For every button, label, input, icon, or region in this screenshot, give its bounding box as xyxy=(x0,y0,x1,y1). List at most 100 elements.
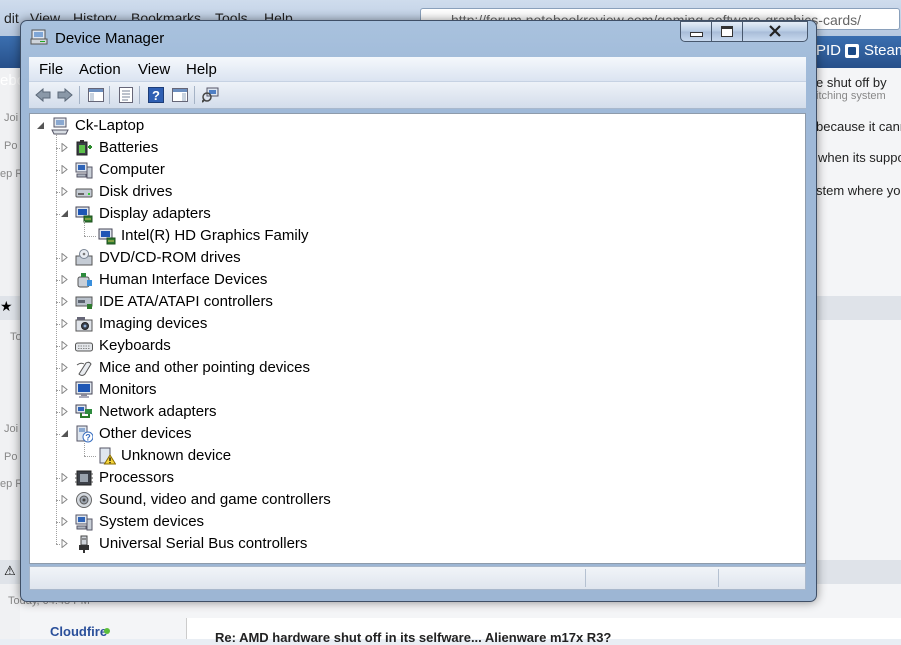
forward-button[interactable] xyxy=(56,86,74,104)
expand-arrow-icon[interactable] xyxy=(60,253,69,262)
maximize-icon xyxy=(721,26,733,37)
menu-help[interactable]: Help xyxy=(186,61,217,78)
tree-item-label: Sound, video and game controllers xyxy=(99,491,331,508)
dvd-drive-icon xyxy=(75,249,93,267)
tree-item-label: Processors xyxy=(99,469,175,486)
tree-item-label: Unknown device xyxy=(121,447,232,464)
forum-left-column xyxy=(0,68,20,639)
browser-menu-edit[interactable]: dit xyxy=(4,10,19,26)
maximize-button[interactable] xyxy=(711,21,743,42)
close-button[interactable] xyxy=(742,21,808,42)
tree-item-label: Imaging devices xyxy=(99,315,208,332)
expand-arrow-icon[interactable] xyxy=(60,319,69,328)
monitor-icon xyxy=(75,381,93,399)
online-status-icon xyxy=(104,628,110,634)
help-icon: ? xyxy=(148,87,164,103)
tree-connector xyxy=(84,221,85,236)
tree-item-human-interface-devices[interactable]: Human Interface Devices xyxy=(30,269,805,291)
forum-text-fragment: Joi xyxy=(4,112,19,124)
expand-arrow-icon[interactable] xyxy=(60,539,69,548)
svg-text:?: ? xyxy=(85,433,91,443)
tree-item-monitors[interactable]: Monitors xyxy=(30,379,805,401)
tree-item-ide-ata-atapi-controllers[interactable]: IDE ATA/ATAPI controllers xyxy=(30,291,805,313)
scan-hardware-button[interactable] xyxy=(202,86,220,104)
tree-item-keyboards[interactable]: Keyboards xyxy=(30,335,805,357)
toolbar-separator xyxy=(79,86,80,104)
tree-item-mice-and-other-pointing-devices[interactable]: Mice and other pointing devices xyxy=(30,357,805,379)
computer-icon xyxy=(75,161,93,179)
tree-item-display-adapters[interactable]: Display adapters xyxy=(30,203,805,225)
tree-item-system-devices[interactable]: System devices xyxy=(30,511,805,533)
expand-arrow-icon[interactable] xyxy=(60,407,69,416)
minimize-button[interactable] xyxy=(680,21,712,42)
expand-arrow-icon[interactable] xyxy=(60,143,69,152)
unknown-device-warning-icon xyxy=(98,447,117,465)
expand-arrow-icon[interactable] xyxy=(60,187,69,196)
status-bar xyxy=(29,566,806,590)
device-tree[interactable]: Ck-Laptop Batteries Computer Disk drives Dis… xyxy=(29,113,806,564)
collapse-arrow-icon[interactable] xyxy=(60,209,69,218)
tree-item-label: Universal Serial Bus controllers xyxy=(99,535,308,552)
tree-item-imaging-devices[interactable]: Imaging devices xyxy=(30,313,805,335)
device-manager-window: Device Manager File Action View Help ? C… xyxy=(20,20,817,602)
tree-item-computer[interactable]: Computer xyxy=(30,159,805,181)
expand-arrow-icon[interactable] xyxy=(60,473,69,482)
post-title[interactable]: Re: AMD hardware shut off in its selfwar… xyxy=(215,630,611,645)
status-pane xyxy=(718,569,719,587)
tree-item-label: Batteries xyxy=(99,139,159,156)
menu-file[interactable]: File xyxy=(39,61,63,78)
tree-item-other-devices[interactable]: ? Other devices xyxy=(30,423,805,445)
keyboard-icon xyxy=(75,337,93,355)
root-computer-icon xyxy=(51,117,69,135)
forum-text-fragment: e shut off by xyxy=(816,75,887,90)
tree-item-disk-drives[interactable]: Disk drives xyxy=(30,181,805,203)
tree-connector xyxy=(84,236,96,237)
action-pane-button[interactable] xyxy=(171,86,189,104)
toolbar-separator xyxy=(194,86,195,104)
bookmark-pid[interactable]: PID xyxy=(816,42,841,59)
expand-arrow-icon[interactable] xyxy=(60,495,69,504)
system-devices-icon xyxy=(75,513,93,531)
tree-item-universal-serial-bus-controllers[interactable]: Universal Serial Bus controllers xyxy=(30,533,805,555)
tree-connector xyxy=(56,544,60,545)
window-title: Device Manager xyxy=(55,30,165,47)
tree-item-batteries[interactable]: Batteries xyxy=(30,137,805,159)
expand-arrow-icon[interactable] xyxy=(60,517,69,526)
toolbar-separator xyxy=(109,86,110,104)
properties-button[interactable] xyxy=(117,86,135,104)
expand-arrow-icon[interactable] xyxy=(60,363,69,372)
tree-item-dvd-cd-rom-drives[interactable]: DVD/CD-ROM drives xyxy=(30,247,805,269)
tree-item-network-adapters[interactable]: Network adapters xyxy=(30,401,805,423)
tree-device-unknown-device[interactable]: Unknown device xyxy=(30,445,805,467)
svg-text:?: ? xyxy=(152,88,160,103)
hid-icon xyxy=(75,271,93,289)
action-pane-icon xyxy=(172,88,188,102)
expand-arrow-icon[interactable] xyxy=(60,385,69,394)
back-button[interactable] xyxy=(34,86,52,104)
show-hide-tree-button[interactable] xyxy=(87,86,105,104)
bookmark-steam[interactable]: Steam xyxy=(864,42,901,59)
battery-icon xyxy=(75,139,93,157)
tree-root-ck-laptop[interactable]: Ck-Laptop xyxy=(30,115,805,137)
expand-arrow-icon[interactable] xyxy=(60,275,69,284)
show-hide-tree-icon xyxy=(88,88,104,102)
collapse-arrow-icon[interactable] xyxy=(60,429,69,438)
tree-item-label: Display adapters xyxy=(99,205,211,222)
tree-item-label: Human Interface Devices xyxy=(99,271,268,288)
post-username[interactable]: Cloudfire xyxy=(50,624,107,639)
device-manager-icon xyxy=(30,29,48,45)
usb-icon xyxy=(75,535,93,553)
tree-item-sound-video-and-game-controllers[interactable]: Sound, video and game controllers xyxy=(30,489,805,511)
expand-arrow-icon[interactable] xyxy=(60,341,69,350)
tree-item-processors[interactable]: Processors xyxy=(30,467,805,489)
warning-icon: ⚠ xyxy=(4,563,16,578)
help-button[interactable]: ? xyxy=(147,86,165,104)
tree-device-intel-r-hd-graphics-family[interactable]: Intel(R) HD Graphics Family xyxy=(30,225,805,247)
expand-arrow-icon[interactable] xyxy=(60,297,69,306)
menu-action[interactable]: Action xyxy=(79,61,121,78)
tree-connector xyxy=(84,441,85,456)
expand-arrow-icon[interactable] xyxy=(60,165,69,174)
menu-view[interactable]: View xyxy=(138,61,170,78)
scan-hardware-icon xyxy=(202,87,219,103)
collapse-arrow-icon[interactable] xyxy=(36,121,45,130)
